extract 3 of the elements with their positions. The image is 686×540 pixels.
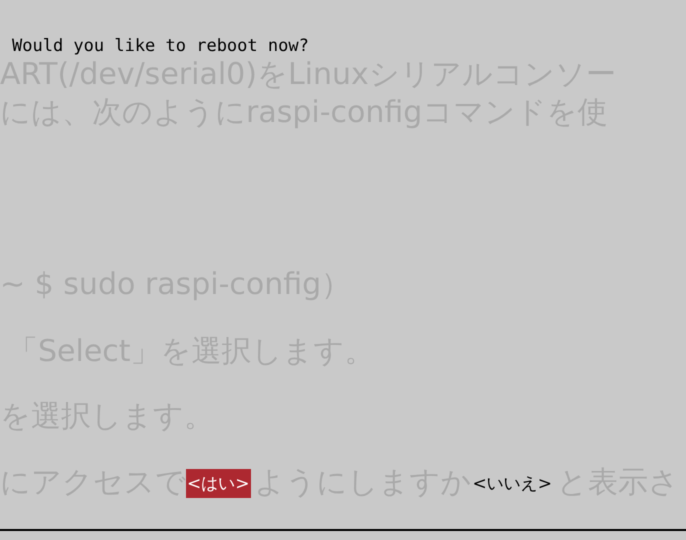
dialog-button[interactable]: <はい> bbox=[186, 468, 250, 498]
dialog-button[interactable]: <いいえ> bbox=[472, 468, 553, 498]
dialog-message: Would you like to reboot now? bbox=[12, 36, 309, 56]
